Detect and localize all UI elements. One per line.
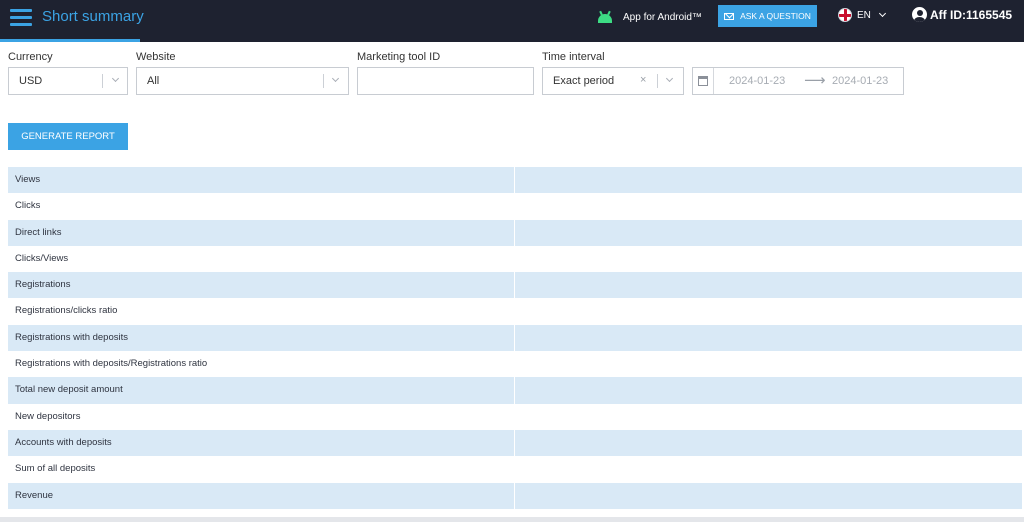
language-label: EN bbox=[857, 9, 871, 21]
table-row: Registrations with deposits bbox=[8, 324, 1022, 352]
row-value bbox=[515, 325, 1022, 351]
table-row: Registrations with deposits/Registration… bbox=[8, 351, 1022, 378]
chevron-down-icon bbox=[665, 74, 674, 83]
row-label: Clicks/Views bbox=[8, 245, 515, 273]
row-value bbox=[515, 377, 1022, 403]
select-divider bbox=[657, 74, 658, 88]
ask-question-button[interactable]: ASK A QUESTION bbox=[718, 5, 817, 27]
date-end[interactable]: 2024-01-23 bbox=[832, 75, 888, 87]
table-row: New depositors bbox=[8, 403, 1022, 430]
marketing-tool-label: Marketing tool ID bbox=[357, 51, 441, 63]
table-row: Accounts with deposits bbox=[8, 429, 1022, 457]
time-interval-label: Time interval bbox=[542, 51, 605, 63]
table-row: Registrations bbox=[8, 272, 1022, 299]
row-value bbox=[515, 220, 1022, 246]
generate-report-label: GENERATE REPORT bbox=[21, 131, 115, 142]
row-value bbox=[515, 456, 1022, 482]
table-row: Sum of all deposits bbox=[8, 456, 1022, 483]
table-row: Direct links bbox=[8, 219, 1022, 246]
currency-label: Currency bbox=[8, 51, 53, 63]
row-value bbox=[515, 298, 1022, 324]
language-selector[interactable]: EN bbox=[838, 8, 886, 22]
row-value bbox=[515, 272, 1022, 298]
chevron-down-icon bbox=[111, 74, 120, 83]
date-start[interactable]: 2024-01-23 bbox=[729, 75, 785, 87]
table-row: Registrations/clicks ratio bbox=[8, 298, 1022, 325]
row-value bbox=[515, 483, 1022, 509]
top-bar: Short summary App for Android™ ASK A QUE… bbox=[0, 0, 1024, 42]
user-icon bbox=[912, 7, 927, 22]
row-label: Total new deposit amount bbox=[8, 377, 515, 404]
row-value bbox=[515, 351, 1022, 377]
table-row: Total new deposit amount bbox=[8, 377, 1022, 404]
clear-icon[interactable]: × bbox=[640, 74, 646, 86]
row-value bbox=[515, 246, 1022, 272]
calendar-divider bbox=[713, 68, 714, 94]
page-title: Short summary bbox=[42, 8, 144, 25]
row-label: Registrations with deposits/Registration… bbox=[8, 351, 515, 378]
user-menu[interactable]: Aff ID:1165545 bbox=[912, 7, 1012, 22]
mail-icon bbox=[724, 12, 735, 20]
row-label: Accounts with deposits bbox=[8, 429, 515, 457]
row-label: Clicks bbox=[8, 193, 515, 220]
row-label: Views bbox=[8, 167, 515, 194]
title-underline bbox=[0, 39, 140, 42]
marketing-tool-input[interactable] bbox=[357, 67, 534, 95]
affiliate-id: Aff ID:1165545 bbox=[930, 7, 1013, 22]
website-value: All bbox=[147, 75, 160, 87]
row-label: New depositors bbox=[8, 403, 515, 430]
currency-value: USD bbox=[19, 75, 43, 87]
arrow-right-icon: ⟶ bbox=[804, 72, 826, 89]
row-value bbox=[515, 167, 1022, 193]
generate-report-button[interactable]: GENERATE REPORT bbox=[8, 123, 128, 150]
row-label: Sum of all deposits bbox=[8, 456, 515, 483]
row-label: Registrations bbox=[8, 272, 515, 299]
row-label: Registrations/clicks ratio bbox=[8, 298, 515, 325]
android-icon bbox=[597, 10, 613, 23]
date-range-picker[interactable]: 2024-01-23 ⟶ 2024-01-23 bbox=[692, 67, 904, 95]
time-interval-select[interactable]: Exact period × bbox=[542, 67, 684, 95]
row-label: Direct links bbox=[8, 219, 515, 246]
report-table: Views Clicks Direct links Clicks/Views R… bbox=[8, 167, 1022, 509]
horizontal-scrollbar[interactable] bbox=[0, 517, 1024, 522]
calendar-icon bbox=[698, 76, 708, 86]
ask-question-label: ASK A QUESTION bbox=[740, 11, 811, 21]
menu-icon[interactable] bbox=[10, 7, 32, 27]
select-divider bbox=[323, 74, 324, 88]
table-row: Views bbox=[8, 167, 1022, 194]
uk-flag-icon bbox=[838, 8, 852, 22]
chevron-down-icon bbox=[331, 74, 340, 83]
website-select[interactable]: All bbox=[136, 67, 349, 95]
chevron-down-icon bbox=[878, 9, 886, 18]
row-label: Revenue bbox=[8, 482, 515, 509]
table-row: Revenue bbox=[8, 482, 1022, 509]
android-app-label: App for Android™ bbox=[623, 11, 702, 23]
table-row: Clicks bbox=[8, 193, 1022, 220]
table-row: Clicks/Views bbox=[8, 245, 1022, 273]
select-divider bbox=[102, 74, 103, 88]
website-label: Website bbox=[136, 51, 176, 63]
row-value bbox=[515, 404, 1022, 430]
row-value bbox=[515, 193, 1022, 219]
row-value bbox=[515, 430, 1022, 456]
row-label: Registrations with deposits bbox=[8, 324, 515, 352]
currency-select[interactable]: USD bbox=[8, 67, 128, 95]
android-app-link[interactable]: App for Android™ bbox=[597, 9, 702, 25]
time-interval-value: Exact period bbox=[553, 75, 615, 87]
